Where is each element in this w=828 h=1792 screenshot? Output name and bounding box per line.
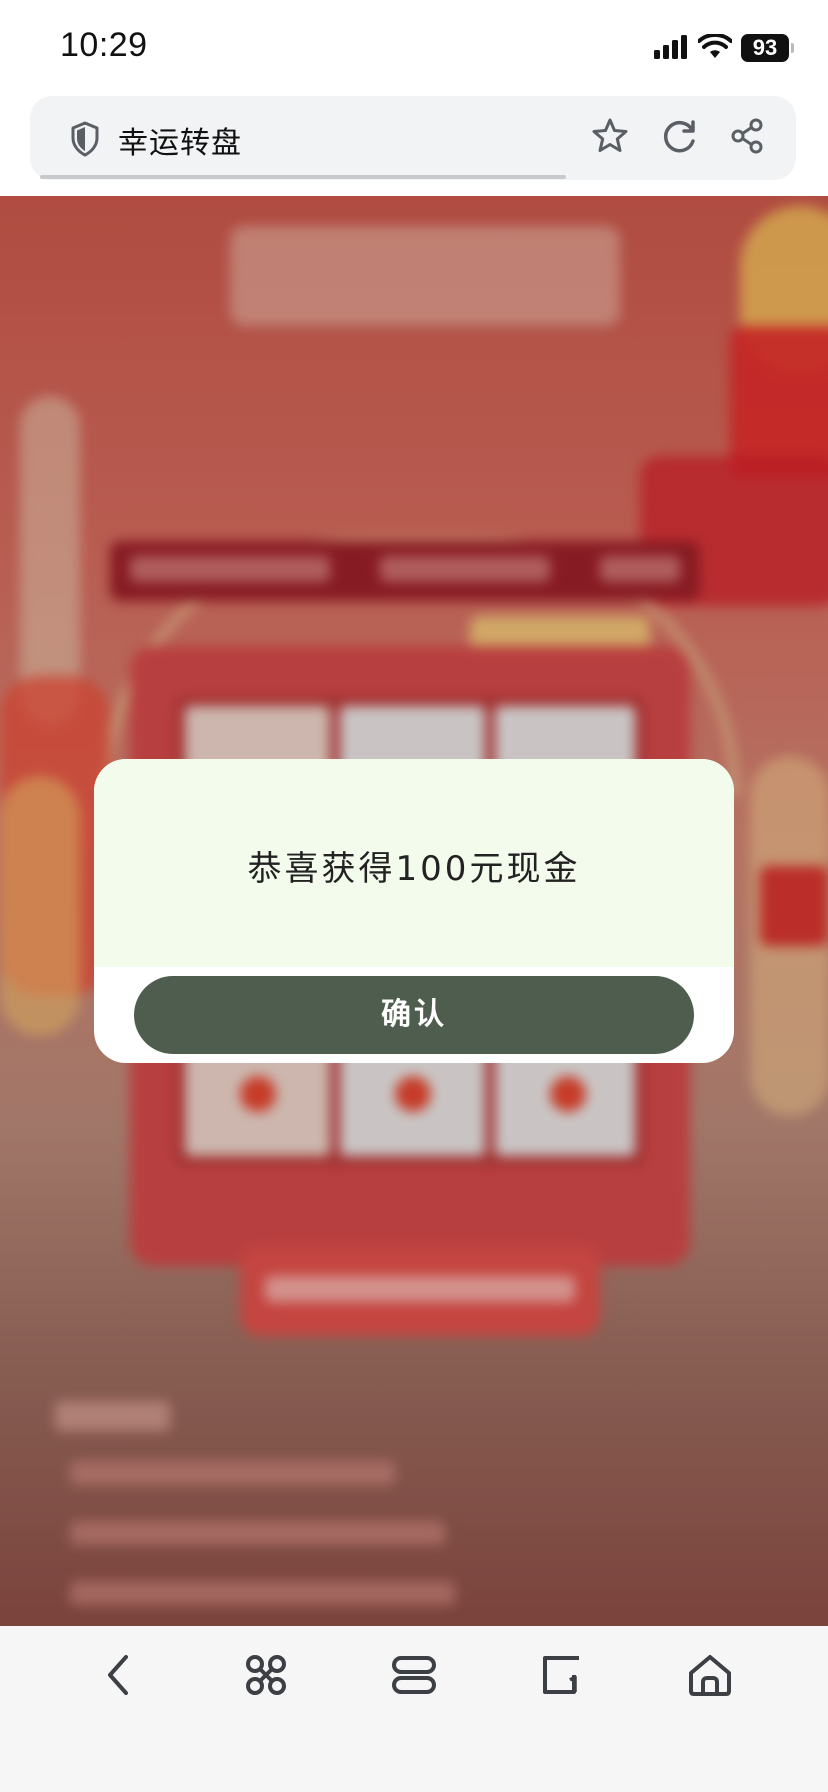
- window-count-icon: [543, 1656, 579, 1694]
- battery-tip: [791, 43, 794, 53]
- status-bar: 10:29 93: [0, 0, 828, 96]
- home-icon: [689, 1655, 731, 1696]
- reload-icon[interactable]: [660, 116, 700, 156]
- wifi-icon: [698, 34, 732, 58]
- prize-dialog: 恭喜获得100元现金 确认: [94, 759, 734, 1063]
- shield-icon[interactable]: [70, 121, 100, 157]
- page-title[interactable]: 幸运转盘: [118, 118, 242, 162]
- cellular-signal-icon: [654, 35, 687, 59]
- page-load-progress: [40, 175, 566, 179]
- clock: 10:29: [60, 26, 148, 64]
- windows-button[interactable]: [532, 1650, 592, 1700]
- prize-message: 恭喜获得100元现金: [247, 849, 581, 889]
- tabs-icon: [392, 1656, 436, 1694]
- dialog-body: 恭喜获得100元现金: [94, 759, 734, 967]
- home-button[interactable]: [680, 1650, 740, 1700]
- share-icon[interactable]: [728, 116, 768, 156]
- star-icon[interactable]: [590, 116, 630, 156]
- menu-button[interactable]: [236, 1650, 296, 1700]
- back-icon: [108, 1655, 128, 1695]
- battery-indicator: 93: [741, 34, 789, 62]
- tabs-button[interactable]: [384, 1650, 444, 1700]
- confirm-button[interactable]: 确认: [134, 976, 694, 1054]
- command-icon: [246, 1655, 286, 1695]
- back-button[interactable]: [88, 1650, 148, 1700]
